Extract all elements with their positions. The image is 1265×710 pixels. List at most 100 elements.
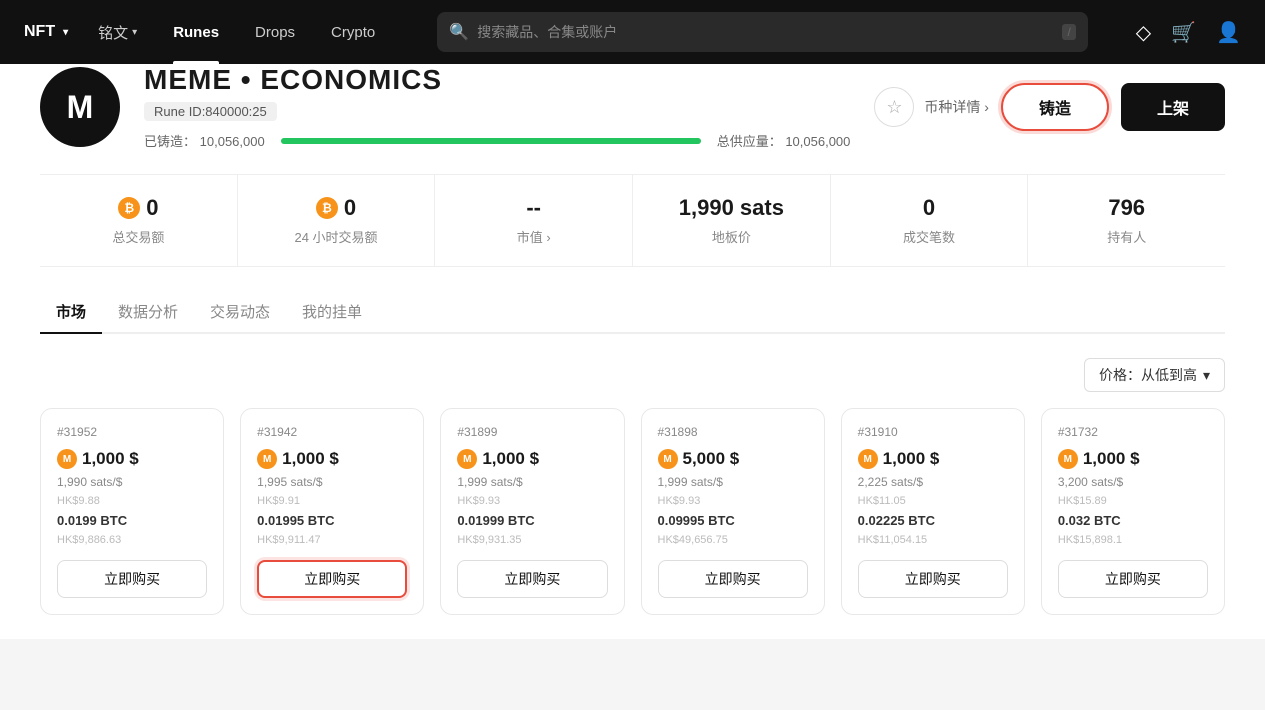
gift-icon[interactable]: ◇ — [1136, 20, 1151, 45]
listing-card: #31942 M 1,000 $ 1,995 sats/$ HK$9.91 0.… — [240, 408, 424, 615]
stat-label-transactions: 成交笔数 — [903, 227, 955, 246]
list-button[interactable]: 上架 — [1121, 83, 1225, 131]
runes-nav-item[interactable]: Runes — [159, 0, 233, 64]
card-btc-hk: HK$9,886.63 — [57, 534, 207, 546]
detail-link[interactable]: 币种详情 › — [924, 97, 989, 117]
buy-button[interactable]: 立即购买 — [658, 560, 808, 598]
search-input[interactable] — [437, 12, 1088, 52]
search-container: 🔍 / — [437, 12, 1088, 52]
listing-card: #31732 M 1,000 $ 3,200 sats/$ HK$15.89 0… — [1041, 408, 1225, 615]
stat-value-total-volume: ₿ 0 — [118, 195, 158, 221]
card-amount: M 1,000 $ — [57, 449, 207, 469]
card-btc-hk: HK$9,931.35 — [457, 534, 607, 546]
card-m-icon: M — [1058, 449, 1078, 469]
nft-label[interactable]: NFT — [24, 23, 55, 41]
card-sats: 1,990 sats/$ — [57, 475, 207, 489]
minted-label: 已铸造： 10,056,000 — [144, 131, 265, 150]
card-btc: 0.09995 BTC — [658, 513, 808, 528]
token-name: MEME • ECONOMICS — [144, 64, 850, 96]
total-supply: 总供应量： 10,056,000 — [717, 131, 851, 150]
card-sats-hk: HK$11.05 — [858, 495, 1008, 507]
card-btc-hk: HK$15,898.1 — [1058, 534, 1208, 546]
buy-button[interactable]: 立即购买 — [257, 560, 407, 598]
crypto-nav-item[interactable]: Crypto — [317, 0, 389, 64]
stat-value-24h: ₿ 0 — [316, 195, 356, 221]
progress-bar-fill — [281, 138, 701, 144]
token-id-badge: Rune ID:840000:25 — [144, 102, 277, 121]
card-m-icon: M — [457, 449, 477, 469]
drops-nav-item[interactable]: Drops — [241, 0, 309, 64]
cart-icon[interactable]: 🛒 — [1171, 20, 1196, 45]
card-amount: M 1,000 $ — [858, 449, 1008, 469]
card-amount-value: 1,000 $ — [82, 449, 139, 469]
btc-icon-24h: ₿ — [316, 197, 338, 219]
stat-transactions: 0 成交笔数 — [831, 175, 1029, 266]
stat-value-floor: 1,990 sats — [679, 195, 784, 221]
token-avatar: M — [40, 67, 120, 147]
card-sats: 1,999 sats/$ — [457, 475, 607, 489]
nft-dropdown-icon: ▾ — [63, 27, 68, 38]
user-icon[interactable]: 👤 — [1216, 20, 1241, 45]
stat-floor-price: 1,990 sats 地板价 — [633, 175, 831, 266]
card-id: #31910 — [858, 425, 1008, 439]
tabs-row: 市场 数据分析 交易动态 我的挂单 — [40, 291, 1225, 334]
card-amount: M 5,000 $ — [658, 449, 808, 469]
listing-card: #31899 M 1,000 $ 1,999 sats/$ HK$9.93 0.… — [440, 408, 624, 615]
card-amount-value: 5,000 $ — [683, 449, 740, 469]
search-shortcut: / — [1062, 24, 1075, 40]
card-id: #31732 — [1058, 425, 1208, 439]
btc-icon-total: ₿ — [118, 197, 140, 219]
card-sats-hk: HK$9.88 — [57, 495, 207, 507]
buy-button[interactable]: 立即购买 — [1058, 560, 1208, 598]
card-m-icon: M — [57, 449, 77, 469]
market-cap-link[interactable]: 市值 › — [517, 227, 551, 246]
card-m-icon: M — [858, 449, 878, 469]
tab-my-orders[interactable]: 我的挂单 — [286, 291, 378, 334]
sort-button[interactable]: 价格：从低到高 ▾ — [1084, 358, 1225, 392]
stat-market-cap: -- 市值 › — [435, 175, 633, 266]
sort-label: 价格：从低到高 — [1099, 365, 1197, 385]
card-btc: 0.032 BTC — [1058, 513, 1208, 528]
buy-button[interactable]: 立即购买 — [57, 560, 207, 598]
card-sats-hk: HK$9.93 — [457, 495, 607, 507]
stat-24h-volume: ₿ 0 24 小时交易额 — [238, 175, 436, 266]
listing-card: #31910 M 1,000 $ 2,225 sats/$ HK$11.05 0… — [841, 408, 1025, 615]
card-btc: 0.01999 BTC — [457, 513, 607, 528]
main-content: M MEME • ECONOMICS Rune ID:840000:25 已铸造… — [0, 64, 1265, 639]
sort-chevron-icon: ▾ — [1203, 367, 1210, 384]
stat-label-holders: 持有人 — [1107, 227, 1146, 246]
stat-label-total-volume: 总交易额 — [112, 227, 164, 246]
stat-value-holders: 796 — [1108, 195, 1145, 221]
stat-value-market-cap: -- — [526, 195, 541, 221]
mint-button[interactable]: 铸造 — [1001, 83, 1109, 131]
stat-label-24h: 24 小时交易额 — [294, 227, 377, 246]
card-id: #31942 — [257, 425, 407, 439]
buy-button[interactable]: 立即购买 — [457, 560, 607, 598]
favorite-button[interactable]: ☆ — [874, 87, 914, 127]
nav-icon-group: ◇ 🛒 👤 — [1136, 20, 1241, 45]
tab-analytics[interactable]: 数据分析 — [102, 291, 194, 334]
stat-holders: 796 持有人 — [1028, 175, 1225, 266]
inscription-nav-item[interactable]: 铭文 ▾ — [84, 0, 151, 64]
navbar: NFT ▾ 铭文 ▾ Runes Drops Crypto 🔍 / ◇ 🛒 👤 — [0, 0, 1265, 64]
card-amount-value: 1,000 $ — [883, 449, 940, 469]
buy-button[interactable]: 立即购买 — [858, 560, 1008, 598]
card-amount-value: 1,000 $ — [1083, 449, 1140, 469]
card-sats: 1,995 sats/$ — [257, 475, 407, 489]
stats-row: ₿ 0 总交易额 ₿ 0 24 小时交易额 -- 市值 › 1,990 sats… — [40, 174, 1225, 267]
card-amount-value: 1,000 $ — [282, 449, 339, 469]
token-header: M MEME • ECONOMICS Rune ID:840000:25 已铸造… — [40, 64, 1225, 150]
token-info: MEME • ECONOMICS Rune ID:840000:25 已铸造： … — [144, 64, 850, 150]
card-btc-hk: HK$49,656.75 — [658, 534, 808, 546]
nft-nav-item[interactable]: NFT ▾ — [24, 23, 68, 41]
stat-label-floor: 地板价 — [712, 227, 751, 246]
progress-bar-wrap — [281, 138, 701, 144]
card-amount: M 1,000 $ — [1058, 449, 1208, 469]
tab-market[interactable]: 市场 — [40, 291, 102, 334]
listing-card: #31952 M 1,000 $ 1,990 sats/$ HK$9.88 0.… — [40, 408, 224, 615]
card-id: #31899 — [457, 425, 607, 439]
token-actions-right: ☆ 币种详情 › 铸造 上架 — [874, 83, 1225, 131]
card-amount-value: 1,000 $ — [482, 449, 539, 469]
cards-grid: #31952 M 1,000 $ 1,990 sats/$ HK$9.88 0.… — [40, 408, 1225, 639]
tab-transactions[interactable]: 交易动态 — [194, 291, 286, 334]
